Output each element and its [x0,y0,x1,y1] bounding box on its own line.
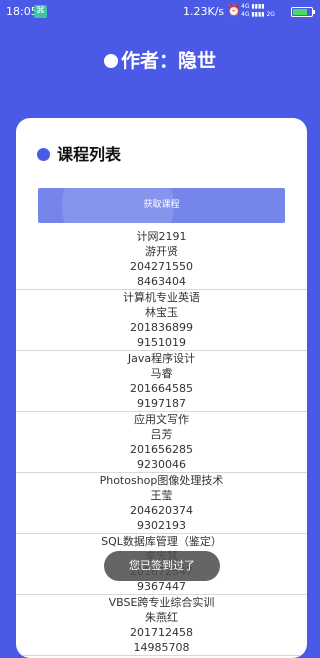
course-name: 计网2191 [136,230,187,243]
status-bar: 18:05 ⌘ 1.23K/s ⏰ 4G ▮▮▮▮ 4G ▮▮▮▮ 2G [0,0,320,24]
course-code: 204271550 [130,260,193,273]
toast-message: 您已签到过了 [104,551,220,581]
course-list: 计网2191 游开贤 204271550 8463404 计算机专业英语 林宝玉 20183… [16,229,307,656]
course-code: 201712458 [130,626,193,639]
course-teacher: 朱燕红 [145,611,178,624]
course-list-item[interactable]: 计算机专业英语 林宝玉 201836899 9151019 [16,290,307,351]
course-list-item[interactable]: 应用文写作吕芳 201656285 9230046 [16,412,307,473]
card-heading: 课程列表 [37,141,121,165]
course-code: 201656285 [130,443,193,456]
app-notification-icon: ⌘ [34,5,47,18]
course-id: 8463404 [137,275,186,288]
course-name: SQL数据库管理（鉴定） [101,535,222,548]
course-name: Java程序设计 [127,352,196,365]
course-teacher: 马睿 [150,367,173,380]
course-name: 计算机专业英语 [123,291,200,304]
course-id: 9230046 [137,458,186,471]
course-teacher: 林宝玉 [145,306,178,319]
fetch-courses-button[interactable]: 获取课程 [38,188,285,223]
course-list-item[interactable]: Java程序设计 马睿 201664585 9197187 [16,351,307,412]
course-id: 9151019 [137,336,186,349]
heading-dot-icon [37,148,50,161]
course-name: 应用文写作 [134,413,189,426]
status-time: 18:05 [6,5,38,18]
signal-line-1: 4G ▮▮▮▮ [241,3,265,10]
title-dot-icon [103,54,118,68]
course-list-item[interactable]: Photoshop图像处理技术 王莹 204620374 9302193 [16,473,307,534]
course-id: 9367447 [137,580,186,593]
course-id: 14985708 [133,641,190,654]
course-teacher: 吕芳 [150,428,173,441]
course-name: VBSE跨专业综合实训 [108,596,215,609]
course-name: Photoshop图像处理技术 [99,474,224,487]
course-list-item[interactable]: VBSE跨专业综合实训 朱燕红 201712458 14985708 [16,595,307,656]
course-code: 201836899 [130,321,193,334]
course-code: 201664585 [130,382,193,395]
battery-icon [291,7,315,17]
network-speed: 1.23K/s [183,5,225,18]
signal-icon: 4G ▮▮▮▮ 4G ▮▮▮▮ 2G [241,3,275,19]
course-id: 9197187 [137,397,186,410]
page-title: 作者：隐世 [0,46,320,73]
alarm-icon: ⏰ [227,4,241,17]
fetch-courses-label: 获取课程 [143,200,180,210]
course-teacher: 游开贤 [145,245,178,258]
course-id: 9302193 [137,519,186,532]
course-code: 204620374 [130,504,193,517]
course-list-item[interactable]: 计网2191 游开贤 204271550 8463404 [16,229,307,290]
card-heading-text: 课程列表 [57,145,122,164]
page-title-text: 作者：隐世 [120,50,216,72]
course-teacher: 王莹 [150,489,173,502]
signal-line-2: 4G ▮▮▮▮ 2G [241,11,275,18]
